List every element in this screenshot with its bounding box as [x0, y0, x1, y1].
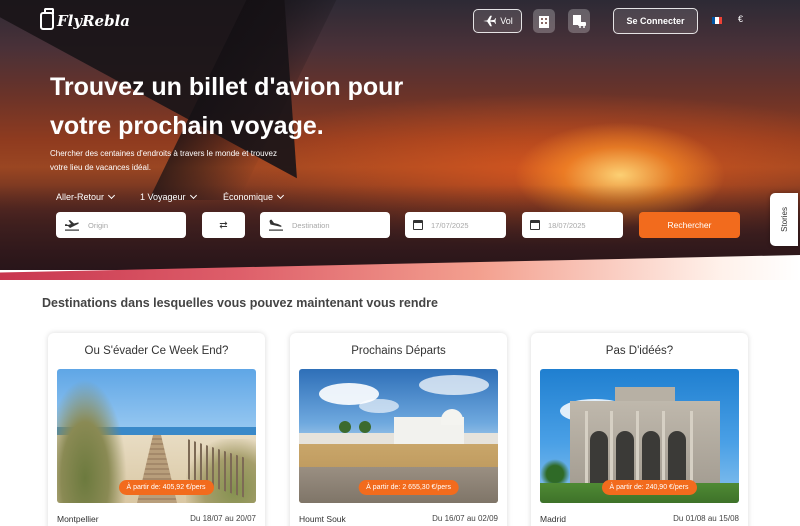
nav-flights-label: Vol [500, 16, 513, 26]
stories-tab[interactable]: Stories [770, 193, 798, 246]
section-title: Destinations dans lesquelles vous pouvez… [42, 296, 438, 310]
destination-card[interactable]: Pas D'idéés? À partir de: 240,90 €/pers … [531, 333, 748, 526]
card-city: Houmt Souk [299, 514, 346, 524]
card-title: Ou S'évader Ce Week End? [84, 345, 229, 357]
chevron-down-icon [189, 191, 197, 200]
origin-input[interactable]: Origin [56, 212, 186, 238]
chevron-down-icon [277, 191, 285, 200]
calendar-icon [530, 220, 540, 230]
login-button[interactable]: Se Connecter [613, 8, 698, 34]
trip-type-dropdown[interactable]: Aller-Retour [56, 191, 116, 202]
price-badge: À partir de: 2 655,30 €/pers [358, 480, 460, 495]
depart-date-input[interactable]: 17/07/2025 [405, 212, 506, 238]
landing-icon [269, 219, 283, 231]
card-city: Montpellier [57, 514, 99, 524]
card-title: Prochains Départs [351, 345, 446, 357]
suitcase-icon [40, 8, 54, 30]
destination-card[interactable]: Ou S'évader Ce Week End? À partir de: 40… [48, 333, 265, 526]
stories-label: Stories [779, 207, 789, 232]
return-date-value: 18/07/2025 [548, 220, 586, 230]
card-dates: Du 16/07 au 02/09 [432, 514, 498, 523]
trip-type-label: Aller-Retour [56, 192, 105, 202]
destination-card[interactable]: Prochains Départs À partir de: 2 655,30 … [290, 333, 507, 526]
french-flag-icon[interactable] [712, 17, 722, 24]
nav-flights-button[interactable]: Vol [473, 9, 522, 33]
cabin-class-dropdown[interactable]: Économique [223, 191, 285, 202]
swap-arrows-icon: ⇄ [219, 219, 228, 231]
price-badge: À partir de: 405,92 €/pers [118, 480, 214, 495]
destination-image: À partir de: 2 655,30 €/pers [299, 369, 498, 503]
destination-image: À partir de: 240,90 €/pers [540, 369, 739, 503]
destination-image: À partir de: 405,92 €/pers [57, 369, 256, 503]
nav-car-rental-button[interactable] [568, 9, 590, 33]
car-building-icon [573, 14, 586, 28]
destination-input[interactable]: Destination [260, 212, 390, 238]
brand-logo[interactable]: FlyRebla [40, 8, 130, 30]
travelers-dropdown[interactable]: 1 Voyageur [140, 191, 197, 202]
price-badge: À partir de: 240,90 €/pers [601, 480, 697, 495]
card-dates: Du 18/07 au 20/07 [190, 514, 256, 523]
destination-placeholder: Destination [292, 220, 330, 230]
swap-locations-button[interactable]: ⇄ [202, 212, 245, 238]
card-city: Madrid [540, 514, 566, 524]
card-dates: Du 01/08 au 15/08 [673, 514, 739, 523]
calendar-icon [413, 220, 423, 230]
hero-subtitle: Chercher des centaines d'endroits à trav… [50, 149, 277, 172]
airplane-icon [483, 15, 497, 27]
takeoff-icon [65, 220, 79, 231]
return-date-input[interactable]: 18/07/2025 [522, 212, 623, 238]
origin-placeholder: Origin [88, 220, 109, 230]
travelers-label: 1 Voyageur [140, 192, 186, 202]
nav-hotels-button[interactable] [533, 9, 555, 33]
hero-title: Trouvez un billet d'avion pour votre pro… [50, 73, 404, 140]
chevron-down-icon [107, 191, 116, 200]
brand-name: FlyRebla [57, 12, 130, 30]
cabin-class-label: Économique [223, 192, 274, 202]
card-title: Pas D'idéés? [605, 345, 674, 357]
currency-selector[interactable]: € [738, 14, 743, 24]
depart-date-value: 17/07/2025 [431, 220, 469, 230]
search-button[interactable]: Rechercher [639, 212, 740, 238]
hotel-icon [539, 15, 549, 28]
